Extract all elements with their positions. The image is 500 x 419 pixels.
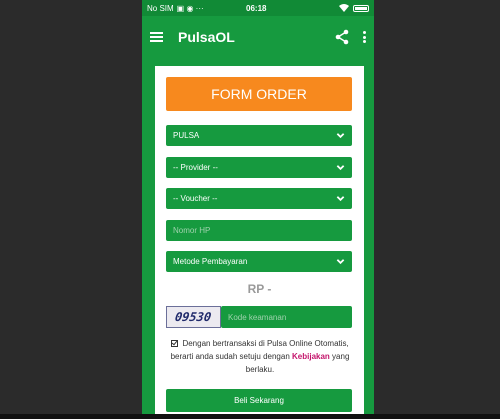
payment-method-select[interactable]: Metode Pembayaran (166, 251, 352, 272)
product-select[interactable]: PULSA (166, 125, 352, 146)
chevron-down-icon (336, 133, 345, 139)
status-left: No SIM ▣ ◉ ··· (147, 4, 204, 13)
captcha-code: 09530 (174, 310, 213, 324)
phone-screen: No SIM ▣ ◉ ··· 06:18 PulsaOL FORM ORDER … (142, 0, 374, 419)
carrier-label: No SIM (147, 3, 174, 13)
order-form-card: FORM ORDER PULSA -- Provider -- -- Vouch… (155, 66, 364, 419)
chevron-down-icon (336, 165, 345, 171)
battery-icon (353, 4, 369, 12)
agree-checkbox[interactable] (171, 340, 179, 347)
chevron-down-icon (336, 259, 345, 265)
policy-link[interactable]: Kebijakan (292, 352, 330, 361)
price-display: RP - (247, 282, 272, 296)
agreement-text: Dengan bertransaksi di Pulsa Online Otom… (165, 337, 355, 376)
share-icon[interactable] (334, 29, 350, 45)
status-right (339, 4, 369, 12)
product-select-value: PULSA (173, 131, 200, 140)
chevron-down-icon (336, 196, 345, 202)
provider-select[interactable]: -- Provider -- (166, 157, 352, 178)
captcha-image: 09530 (166, 306, 221, 328)
form-title: FORM ORDER (166, 77, 352, 111)
bottom-edge (0, 414, 500, 419)
status-time: 06:18 (246, 3, 267, 13)
wifi-icon (339, 4, 349, 12)
app-title: PulsaOL (178, 29, 235, 45)
provider-select-value: -- Provider -- (173, 163, 218, 172)
phone-number-input[interactable] (173, 226, 345, 235)
buy-now-button[interactable]: Beli Sekarang (166, 389, 352, 412)
status-bar: No SIM ▣ ◉ ··· 06:18 (142, 0, 374, 16)
payment-method-value: Metode Pembayaran (173, 257, 248, 266)
hamburger-menu-icon[interactable] (150, 32, 163, 42)
app-bar: PulsaOL (142, 16, 374, 58)
more-vert-icon[interactable] (362, 31, 366, 43)
voucher-select[interactable]: -- Voucher -- (166, 188, 352, 209)
voucher-select-value: -- Voucher -- (173, 194, 218, 203)
phone-number-field[interactable] (166, 220, 352, 241)
captcha-input[interactable] (228, 312, 345, 322)
captcha-field[interactable] (221, 306, 352, 328)
notification-icon: ▣ ◉ ··· (176, 3, 204, 13)
